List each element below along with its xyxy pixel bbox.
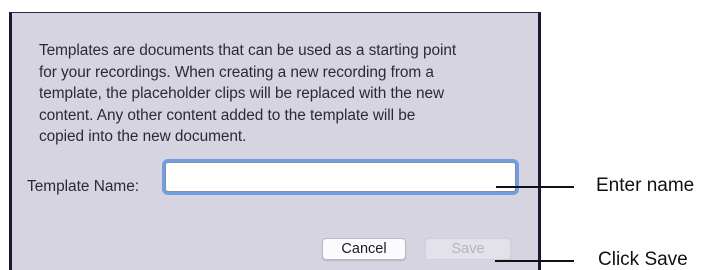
save-callout-line: [495, 260, 574, 262]
screenshot-stage: Templates are documents that can be used…: [0, 0, 711, 270]
save-callout-label: Click Save: [598, 249, 688, 270]
cancel-button[interactable]: Cancel: [322, 238, 406, 260]
template-name-input[interactable]: [165, 162, 516, 192]
dialog-description: Templates are documents that can be used…: [39, 40, 517, 148]
description-text: Templates are documents that can be used…: [39, 42, 457, 146]
save-template-dialog: Templates are documents that can be used…: [9, 12, 541, 270]
name-callout-label: Enter name: [596, 175, 695, 196]
template-name-label: Template Name:: [27, 178, 140, 195]
name-callout-line: [496, 186, 574, 188]
save-button[interactable]: Save: [425, 238, 511, 260]
